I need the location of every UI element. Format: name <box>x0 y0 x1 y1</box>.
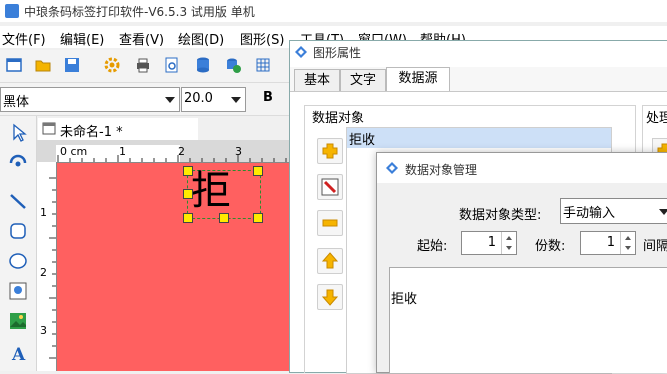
chevron-down-icon[interactable] <box>227 88 245 111</box>
start-stepper[interactable]: 1 <box>461 231 517 255</box>
document-tab-label: 未命名-1 * <box>60 125 123 140</box>
copies-label: 份数: <box>535 239 566 254</box>
menu-edit[interactable]: 编辑(E) <box>60 29 104 48</box>
processing-group-label: 处理 <box>646 107 667 126</box>
vertical-ruler: 1 2 3 <box>37 162 57 371</box>
copies-value: 1 <box>606 235 615 250</box>
document-tab[interactable]: 未命名-1 * <box>38 118 198 140</box>
ruler-unit-label: 0 cm <box>60 145 88 158</box>
database-settings-icon[interactable] <box>224 56 242 74</box>
interval-label: 间隔 <box>643 239 667 254</box>
font-name-select[interactable]: 黑体 <box>0 87 180 112</box>
dialog-title: 图形属性 <box>313 46 362 60</box>
add-button[interactable] <box>317 138 343 164</box>
content-text: 拒收 <box>391 292 418 307</box>
start-label: 起始: <box>417 239 448 254</box>
content-textarea[interactable]: 拒收 <box>389 267 667 373</box>
ruler-tick-label: 2 <box>178 145 185 158</box>
grid-icon[interactable] <box>254 56 272 74</box>
dialog-icon <box>385 161 399 175</box>
document-icon <box>42 122 56 135</box>
bold-button[interactable]: B <box>258 88 278 108</box>
resize-handle[interactable] <box>253 213 263 223</box>
menu-file[interactable]: 文件(F) <box>2 29 46 48</box>
dialog-title-bar: 数据对象管理 <box>377 153 667 183</box>
copies-stepper[interactable]: 1 <box>580 231 636 255</box>
print-icon[interactable] <box>134 56 152 74</box>
stepper-arrows[interactable] <box>620 232 635 254</box>
ellipse-tool-icon[interactable] <box>7 250 29 272</box>
chevron-down-icon[interactable] <box>657 199 667 223</box>
dialog-title: 数据对象管理 <box>405 163 478 177</box>
ruler-tick-label: 3 <box>235 145 242 158</box>
ruler-tick-label: 1 <box>119 145 126 158</box>
menu-draw[interactable]: 绘图(D) <box>178 29 224 48</box>
chevron-down-icon[interactable] <box>161 88 179 111</box>
data-object-type-select[interactable]: 手动输入 <box>560 198 667 224</box>
resize-handle[interactable] <box>219 213 229 223</box>
open-folder-icon[interactable] <box>34 56 52 74</box>
data-object-group-label: 数据对象 <box>310 107 367 126</box>
font-size-value: 20.0 <box>184 91 213 106</box>
line-tool-icon[interactable] <box>7 190 29 212</box>
menu-shape[interactable]: 图形(S) <box>240 29 284 48</box>
data-object-type-value: 手动输入 <box>563 206 616 221</box>
settings-gear-icon[interactable] <box>103 56 121 74</box>
tool-palette: A <box>0 116 37 371</box>
data-object-type-label: 数据对象类型: <box>459 208 542 223</box>
list-item[interactable]: 拒收 <box>347 128 611 148</box>
rotate-icon[interactable] <box>7 150 29 172</box>
tab-text[interactable]: 文字 <box>340 69 386 91</box>
print-preview-icon[interactable] <box>163 56 181 74</box>
ruler-tick-label: 2 <box>40 266 47 279</box>
move-up-button[interactable] <box>317 248 343 274</box>
new-file-icon[interactable] <box>5 56 23 74</box>
title-bar: 中琅条码标签打印软件-V6.5.3 试用版 单机 <box>0 0 667 22</box>
ruler-tick-label: 1 <box>40 206 47 219</box>
start-value: 1 <box>487 235 496 250</box>
dialog-title-bar: 图形属性 <box>290 41 667 63</box>
save-icon[interactable] <box>63 56 81 74</box>
pointer-icon[interactable] <box>7 122 29 144</box>
font-name-value: 黑体 <box>3 95 30 110</box>
app-icon <box>5 4 19 18</box>
resize-handle[interactable] <box>253 166 263 176</box>
resize-handle[interactable] <box>183 189 193 199</box>
database-icon[interactable] <box>194 56 212 74</box>
image-frame-icon[interactable] <box>7 280 29 302</box>
picture-icon[interactable] <box>7 310 29 332</box>
canvas-text[interactable]: 拒 <box>191 167 231 215</box>
edit-button[interactable] <box>317 174 343 200</box>
tab-data-source[interactable]: 数据源 <box>386 67 450 91</box>
ruler-tick-label: 3 <box>40 324 47 337</box>
window-title: 中琅条码标签打印软件-V6.5.3 试用版 单机 <box>24 5 255 19</box>
list-item-label: 拒收 <box>349 133 376 148</box>
rounded-rect-tool-icon[interactable] <box>7 220 29 242</box>
horizontal-ruler: 0 cm 1 2 3 <box>56 145 296 163</box>
resize-handle[interactable] <box>183 166 193 176</box>
menu-view[interactable]: 查看(V) <box>119 29 164 48</box>
remove-button[interactable] <box>317 210 343 236</box>
dialog-icon <box>294 45 308 59</box>
svg-text:A: A <box>11 345 26 364</box>
tab-basic[interactable]: 基本 <box>294 69 340 91</box>
data-object-manager-dialog: 数据对象管理 数据对象类型: 手动输入 起始: 1 份数: 1 间隔 拒收 <box>376 152 667 373</box>
stepper-arrows[interactable] <box>501 232 516 254</box>
resize-handle[interactable] <box>183 213 193 223</box>
label-canvas[interactable]: 拒 <box>57 163 297 371</box>
properties-tabs: 基本 文字 数据源 <box>290 67 667 92</box>
font-size-select[interactable]: 20.0 <box>181 87 246 112</box>
move-down-button[interactable] <box>317 284 343 310</box>
text-tool-icon[interactable]: A <box>7 342 29 364</box>
